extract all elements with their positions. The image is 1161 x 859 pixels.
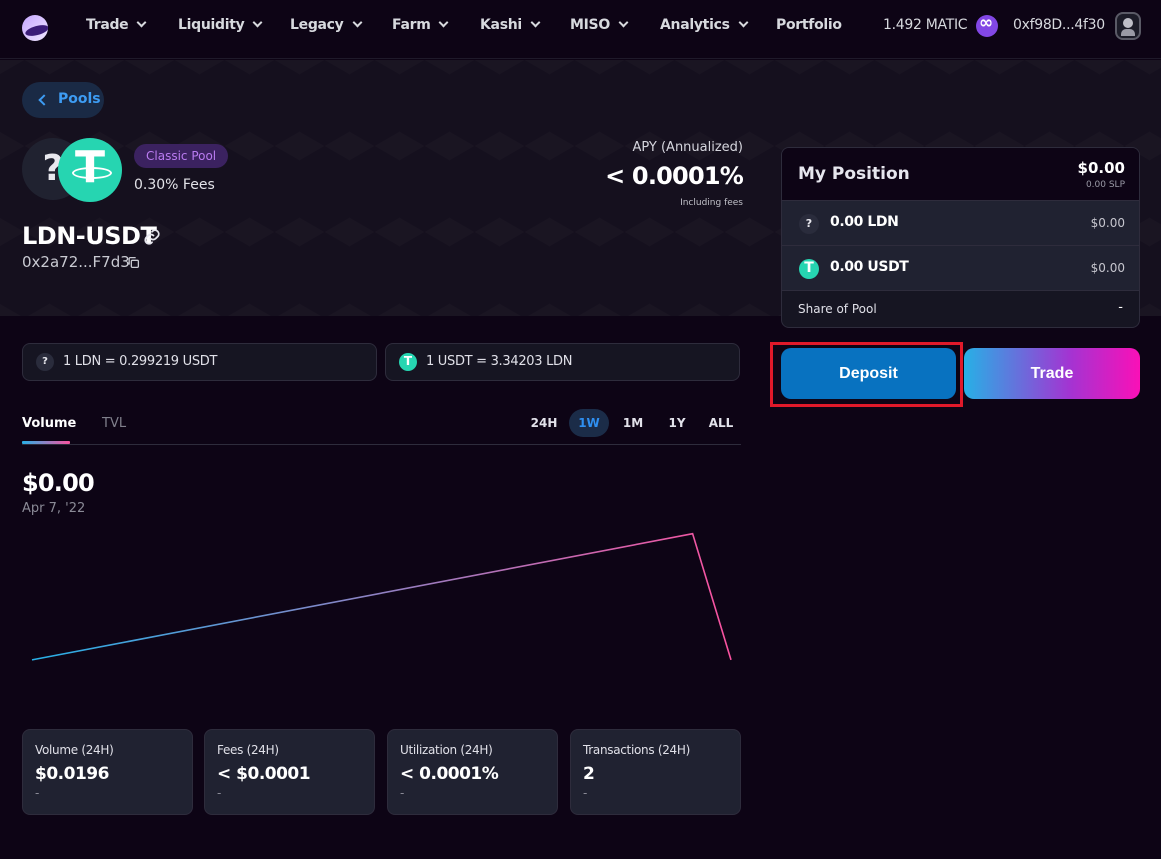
wallet-address[interactable]: 0xf98D...4f30: [1013, 17, 1105, 33]
usdt-token-icon: T: [799, 259, 819, 279]
stat-change: -: [35, 786, 40, 800]
chevron-down-icon: [618, 17, 629, 28]
pool-fees: 0.30% Fees: [134, 177, 215, 193]
range-1y[interactable]: 1Y: [659, 409, 695, 437]
sushi-logo-icon[interactable]: [22, 15, 48, 41]
chevron-down-icon: [738, 17, 749, 28]
stat-transactions-card: Transactions (24H) 2 -: [570, 729, 741, 815]
my-position-card: My Position $0.00 0.00 SLP ? 0.00 LDN $0…: [781, 147, 1140, 328]
position-amount: 0.00 LDN: [830, 214, 899, 230]
nav-farm[interactable]: Farm: [392, 17, 449, 33]
range-24h[interactable]: 24H: [525, 409, 563, 437]
pool-address: 0x2a72...F7d3: [22, 253, 130, 271]
stat-change: -: [400, 786, 405, 800]
rate-text: 1 LDN = 0.299219 USDT: [63, 354, 218, 369]
apy-value: < 0.0001%: [605, 162, 744, 190]
my-position-slp: 0.00 SLP: [1085, 180, 1125, 190]
share-of-pool-label: Share of Pool: [798, 302, 877, 316]
stat-label: Transactions (24H): [583, 743, 690, 757]
stat-label: Volume (24H): [35, 743, 114, 757]
unknown-token-icon: ?: [799, 214, 819, 234]
position-usd-value: $0.00: [1090, 216, 1125, 230]
apy-label: APY (Annualized): [632, 140, 743, 155]
chart-value: $0.00: [22, 469, 95, 497]
stat-value: < 0.0001%: [400, 764, 499, 784]
chevron-left-icon: [38, 94, 50, 106]
tab-volume[interactable]: Volume: [22, 416, 76, 431]
share-of-pool-value: -: [1118, 300, 1123, 315]
classic-pool-badge: Classic Pool: [134, 144, 229, 168]
nav-liquidity[interactable]: Liquidity: [178, 17, 263, 33]
stat-value: < $0.0001: [217, 764, 311, 784]
link-icon[interactable]: [143, 228, 161, 246]
range-all[interactable]: ALL: [702, 409, 740, 437]
stat-change: -: [583, 786, 588, 800]
nav-trade[interactable]: Trade: [86, 17, 147, 33]
stat-label: Fees (24H): [217, 743, 279, 757]
position-usd-value: $0.00: [1090, 261, 1125, 275]
range-1m[interactable]: 1M: [615, 409, 651, 437]
chevron-down-icon: [253, 17, 263, 28]
polygon-network-icon[interactable]: [976, 13, 998, 37]
nav-legacy[interactable]: Legacy: [290, 17, 362, 33]
rate-text: 1 USDT = 3.34203 LDN: [426, 354, 573, 369]
stat-volume-card: Volume (24H) $0.0196 -: [22, 729, 193, 815]
usdt-token-icon: T: [58, 138, 122, 202]
chevron-down-icon: [136, 17, 147, 28]
position-row-usdt: T 0.00 USDT $0.00: [782, 246, 1139, 291]
account-avatar-icon[interactable]: [1115, 12, 1141, 40]
stat-change: -: [217, 786, 222, 800]
stat-value: 2: [583, 764, 595, 784]
copy-icon[interactable]: [127, 256, 140, 269]
matic-balance: 1.492 MATIC: [883, 17, 968, 33]
back-to-pools-button[interactable]: Pools: [22, 82, 104, 118]
stat-fees-card: Fees (24H) < $0.0001 -: [204, 729, 375, 815]
pool-pair-name: LDN-USDT: [22, 222, 157, 250]
chevron-down-icon: [352, 17, 362, 28]
rate-ldn-usdt: ? 1 LDN = 0.299219 USDT: [22, 343, 377, 381]
nav-miso[interactable]: MISO: [570, 17, 629, 33]
deposit-button[interactable]: Deposit: [781, 348, 956, 399]
chevron-down-icon: [530, 17, 541, 28]
stat-utilization-card: Utilization (24H) < 0.0001% -: [387, 729, 558, 815]
unknown-token-icon: ?: [36, 353, 54, 371]
chart-date: Apr 7, '22: [22, 501, 86, 516]
apy-note: Including fees: [680, 198, 743, 208]
nav-kashi[interactable]: Kashi: [480, 17, 541, 33]
trade-button[interactable]: Trade: [964, 348, 1140, 399]
my-position-usd: $0.00: [1077, 159, 1125, 177]
my-position-title: My Position: [798, 164, 910, 184]
nav-portfolio[interactable]: Portfolio: [776, 17, 842, 33]
usdt-token-icon: T: [399, 353, 417, 371]
rate-usdt-ldn: T 1 USDT = 3.34203 LDN: [385, 343, 740, 381]
my-position-header: My Position $0.00 0.00 SLP: [782, 148, 1139, 201]
top-nav: Trade Liquidity Legacy Farm Kashi MISO A…: [0, 0, 1161, 59]
position-amount: 0.00 USDT: [830, 259, 909, 275]
stat-value: $0.0196: [35, 764, 109, 784]
chevron-down-icon: [439, 17, 449, 28]
tab-divider: [22, 444, 741, 445]
range-1w[interactable]: 1W: [569, 409, 609, 437]
position-row-ldn: ? 0.00 LDN $0.00: [782, 201, 1139, 246]
volume-chart[interactable]: [22, 515, 741, 680]
stat-label: Utilization (24H): [400, 743, 493, 757]
volume-series-line: [31, 532, 732, 661]
tab-tvl[interactable]: TVL: [102, 416, 126, 431]
nav-analytics[interactable]: Analytics: [660, 17, 749, 33]
